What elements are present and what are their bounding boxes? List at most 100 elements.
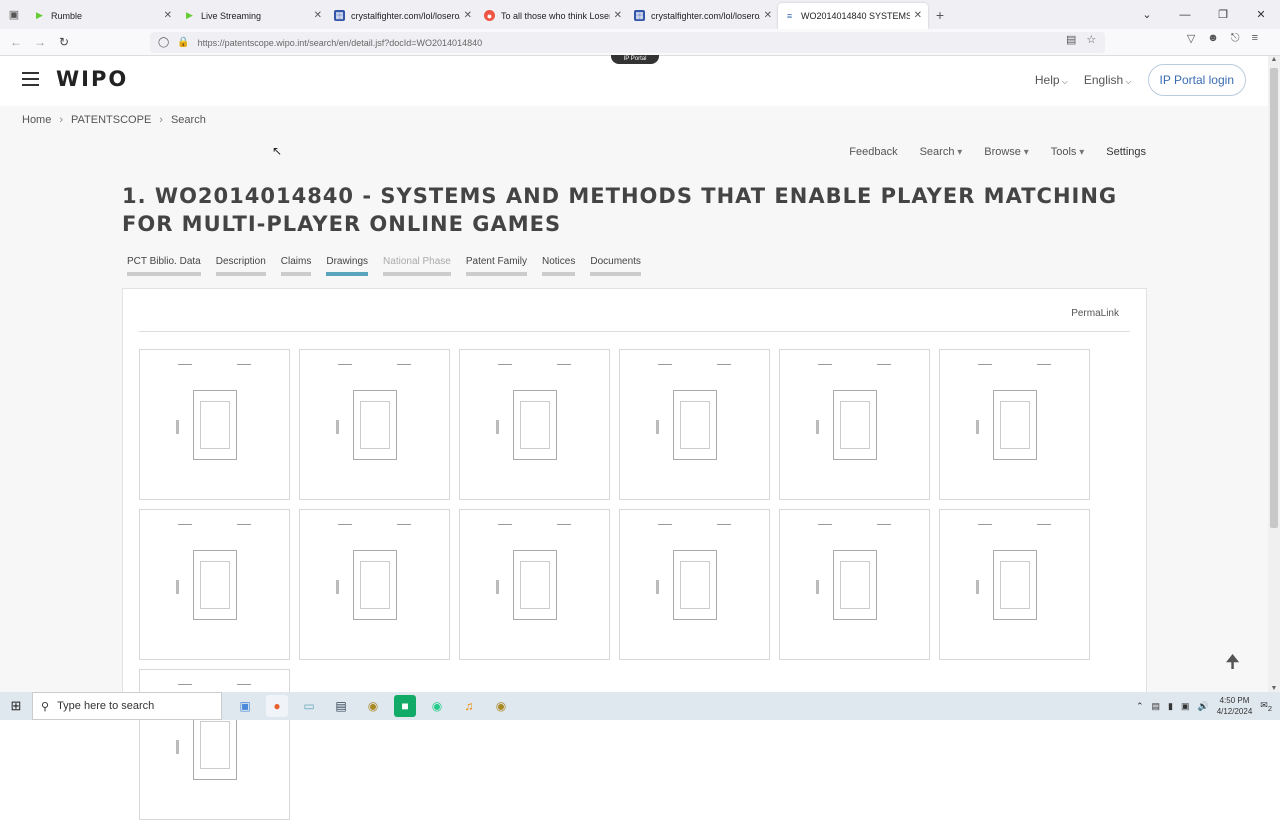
patent-drawing-image [832, 549, 877, 620]
url-bar[interactable]: ◯ 🔒 https://patentscope.wipo.int/search/… [150, 32, 1105, 53]
task-view-app-icon[interactable]: ▣ [234, 695, 256, 717]
language-menu[interactable]: English [1084, 73, 1132, 87]
permalink-link[interactable]: PermaLink [1071, 308, 1119, 319]
browser-tab[interactable]: ▦ crystalfighter.com/lol/losero/p ✕ [328, 3, 478, 29]
chat-app-icon[interactable]: ◉ [426, 695, 448, 717]
account-icon[interactable]: ☻ [1207, 32, 1219, 45]
patent-drawing-image [672, 389, 717, 460]
extensions-icon[interactable]: ⎋ [1231, 32, 1240, 45]
file-app-icon[interactable]: ▤ [330, 695, 352, 717]
back-to-top-icon[interactable]: 🠉 [1225, 650, 1240, 680]
new-tab-button[interactable]: + [928, 7, 952, 23]
scroll-down-icon[interactable]: ▼ [1268, 685, 1280, 692]
nvidia-app-icon[interactable]: ■ [394, 695, 416, 717]
drawing-thumbnail[interactable] [139, 509, 290, 660]
close-tab-icon[interactable]: ✕ [314, 10, 322, 21]
windows-taskbar: ⊞ ⚲ Type here to search ▣ ● ▭ ▤ ◉ ■ ◉ ♫ … [0, 692, 1280, 720]
search-menu[interactable]: Search [920, 146, 963, 158]
audio-app-icon[interactable]: ♫ [458, 695, 480, 717]
settings-link[interactable]: Settings [1106, 146, 1146, 158]
game-launcher-icon[interactable]: ◉ [362, 695, 384, 717]
shield-icon[interactable]: ◯ [158, 37, 169, 48]
firefox-icon[interactable]: ● [266, 695, 288, 717]
windows-start-icon[interactable]: ⊞ [0, 698, 32, 714]
close-tab-icon[interactable]: ✕ [764, 10, 772, 21]
close-tab-icon[interactable]: ✕ [914, 10, 922, 21]
tab-pct-biblio-data[interactable]: PCT Biblio. Data [122, 256, 206, 276]
tab-patent-family[interactable]: Patent Family [461, 256, 532, 276]
network-icon[interactable]: ▣ [1181, 701, 1190, 712]
drawing-thumbnail[interactable] [459, 349, 610, 500]
device-icon[interactable]: ▤ [1151, 701, 1160, 712]
reader-view-icon[interactable]: ▤ [1066, 33, 1076, 46]
tray-overflow-icon[interactable]: ⌃ [1136, 701, 1144, 712]
tab-notices[interactable]: Notices [537, 256, 580, 276]
close-tab-icon[interactable]: ✕ [464, 10, 472, 21]
drawing-thumbnail[interactable] [779, 509, 930, 660]
scrollbar-thumb[interactable] [1270, 68, 1278, 528]
patent-drawing-image [512, 389, 557, 460]
breadcrumb-home[interactable]: Home [22, 114, 51, 126]
clock[interactable]: 4:50 PM 4/12/2024 [1217, 695, 1253, 717]
patent-drawing-image [992, 549, 1037, 620]
restore-icon[interactable]: ❐ [1204, 8, 1242, 21]
taskbar-search-input[interactable]: ⚲ Type here to search [32, 692, 222, 720]
tab-list-icon[interactable]: ▣ [0, 0, 28, 29]
wipo-logo[interactable]: WIPO [56, 67, 128, 91]
page-title: 1. WO2014014840 - SYSTEMS AND METHODS TH… [122, 184, 1118, 236]
drawing-thumbnail[interactable] [779, 349, 930, 500]
forward-icon[interactable]: → [28, 35, 52, 49]
page-scrollbar[interactable]: ▲ ▼ [1268, 56, 1280, 692]
drawing-thumbnail[interactable] [939, 509, 1090, 660]
reload-icon[interactable]: ↻ [52, 35, 76, 49]
drawing-thumbnail[interactable] [619, 509, 770, 660]
ip-portal-login-button[interactable]: IP Portal login [1147, 64, 1246, 96]
bookmark-star-icon[interactable]: ☆ [1086, 33, 1096, 46]
scroll-up-icon[interactable]: ▲ [1268, 56, 1280, 63]
drawing-thumbnail[interactable] [939, 349, 1090, 500]
browser-tab[interactable]: ▦ crystalfighter.com/lol/losero/✕ [628, 3, 778, 29]
drawing-thumbnail[interactable] [139, 349, 290, 500]
tab-drawings[interactable]: Drawings [321, 256, 373, 276]
feedback-link[interactable]: Feedback [849, 146, 897, 158]
tools-menu[interactable]: Tools [1051, 146, 1085, 158]
tab-national-phase: National Phase [378, 256, 456, 276]
browser-tab[interactable]: ▶ Live Streaming ✕ [178, 3, 328, 29]
back-icon[interactable]: ← [4, 35, 28, 49]
browse-menu[interactable]: Browse [984, 146, 1029, 158]
tab-documents[interactable]: Documents [585, 256, 646, 276]
lock-icon[interactable]: 🔒 [177, 37, 189, 48]
help-menu[interactable]: Help [1035, 73, 1068, 87]
reddit-icon: ● [484, 10, 495, 21]
notifications-icon[interactable]: ✉2 [1260, 700, 1272, 713]
notepad-app-icon[interactable]: ▭ [298, 695, 320, 717]
site-grid-icon: ▦ [334, 10, 345, 21]
drawing-thumbnail[interactable] [459, 509, 610, 660]
tab-description[interactable]: Description [211, 256, 271, 276]
browser-tab[interactable]: ●To all those who think Loser's C✕ [478, 3, 628, 29]
browser-tab-active[interactable]: ≡WO2014014840 SYSTEMS AND M✕ [778, 2, 928, 29]
patent-drawing-image [992, 389, 1037, 460]
patent-drawing-image [192, 549, 237, 620]
menu-icon[interactable]: ≡ [1252, 32, 1258, 45]
close-window-icon[interactable]: ✕ [1242, 8, 1280, 21]
pocket-icon[interactable]: ▽ [1187, 32, 1195, 45]
drawing-thumbnail[interactable] [299, 509, 450, 660]
close-tab-icon[interactable]: ✕ [614, 10, 622, 21]
browser-tab[interactable]: ▶ Rumble ✕ [28, 3, 178, 29]
breadcrumb-search[interactable]: Search [171, 114, 206, 126]
tab-overflow-icon[interactable]: ⌄ [1128, 8, 1166, 21]
sub-navigation: Feedback Search Browse Tools Settings [849, 146, 1146, 158]
microphone-icon[interactable]: ▮ [1168, 701, 1173, 712]
rumble-icon: ▶ [186, 10, 193, 20]
volume-icon[interactable]: 🔊 [1197, 701, 1208, 712]
minimize-icon[interactable]: — [1166, 9, 1204, 21]
tab-claims[interactable]: Claims [276, 256, 317, 276]
close-tab-icon[interactable]: ✕ [164, 10, 172, 21]
hamburger-menu-icon[interactable] [22, 72, 39, 86]
drawing-thumbnail[interactable] [299, 349, 450, 500]
breadcrumb-patentscope[interactable]: PATENTSCOPE [71, 114, 151, 126]
ip-portal-tag[interactable]: IP Portal [611, 55, 659, 64]
game-launcher-icon[interactable]: ◉ [490, 695, 512, 717]
drawing-thumbnail[interactable] [619, 349, 770, 500]
